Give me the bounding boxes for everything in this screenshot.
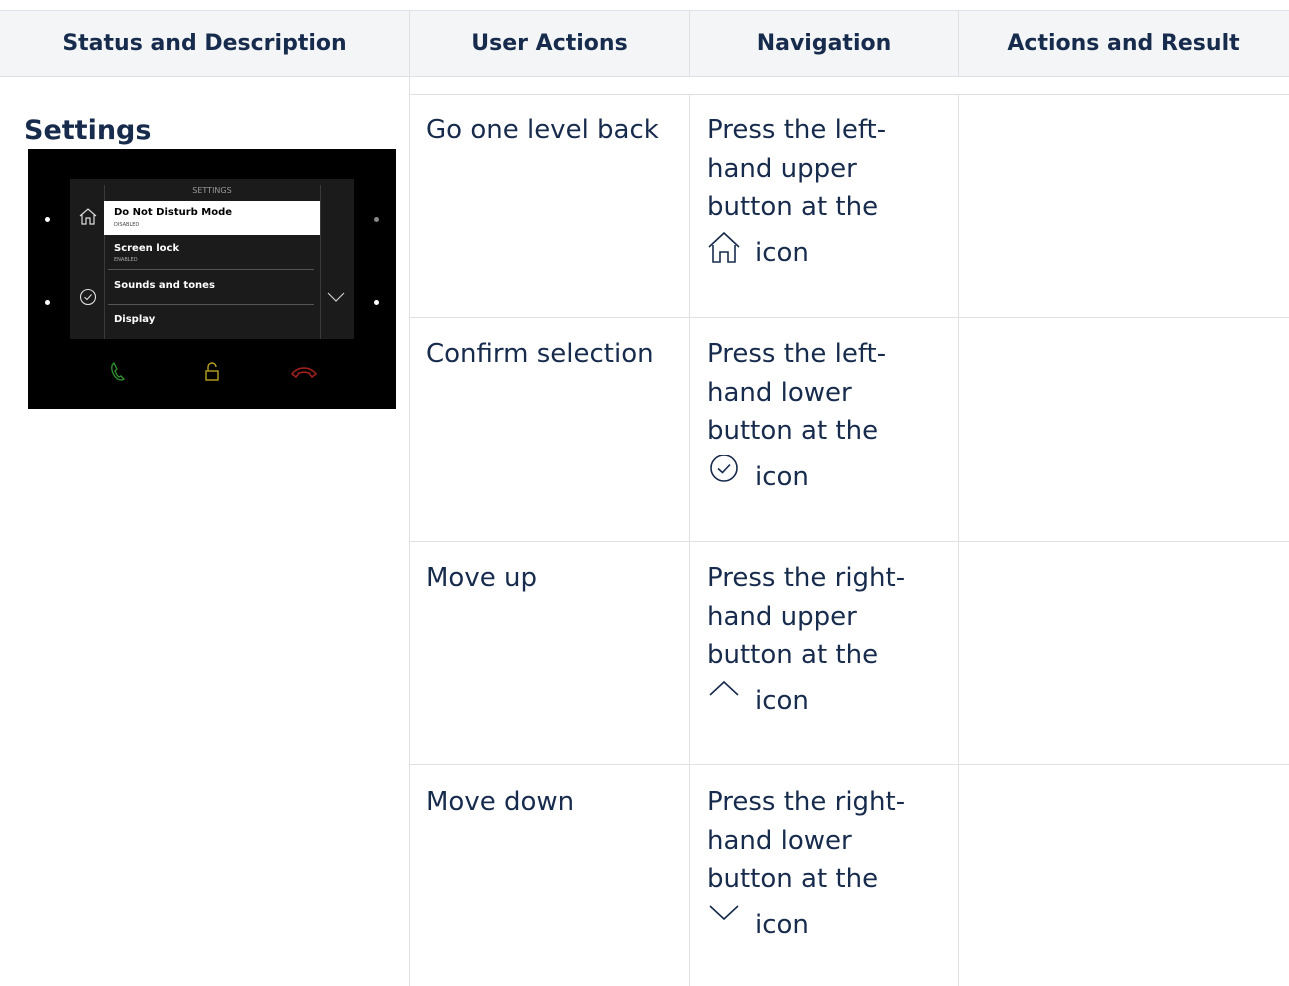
grid-line <box>958 10 959 76</box>
phone-reject-icon <box>290 367 318 379</box>
menu-item-status: ENABLED <box>114 257 138 263</box>
led-dot <box>374 300 379 305</box>
icon-suffix: icon <box>755 909 809 940</box>
menu-item-label: Sounds and tones <box>114 280 215 291</box>
menu-item-screen-lock[interactable]: Screen lock ENABLED <box>104 236 320 270</box>
user-action-move-up: Move up <box>426 563 537 593</box>
chevron-down-icon <box>327 292 345 302</box>
home-icon <box>79 208 97 225</box>
menu-item-status: DISABLED <box>114 222 140 228</box>
nav-cell-move-down: Press the right-hand lower button at the… <box>707 783 907 949</box>
user-action-move-down: Move down <box>426 787 575 817</box>
header-navigation: Navigation <box>756 30 892 56</box>
grid-line <box>409 10 410 986</box>
icon-suffix: icon <box>755 685 809 716</box>
icon-line: icon <box>707 903 907 949</box>
icon-suffix: icon <box>755 237 809 268</box>
menu-item-label: Display <box>114 314 156 325</box>
nav-cell-move-up: Press the right-hand upper button at the… <box>707 559 907 725</box>
grid-line <box>689 10 690 76</box>
menu-separator <box>108 269 314 270</box>
nav-cell-go-back: Press the left-hand upper button at the … <box>707 111 907 277</box>
grid-line <box>0 76 1289 77</box>
menu-item-label: Do Not Disturb Mode <box>114 207 233 218</box>
grid-line <box>409 317 1289 318</box>
lock-icon <box>205 362 219 381</box>
led-dot <box>45 300 50 305</box>
device-screen: SETTINGS Do Not Disturb Mode DISABLED Sc… <box>70 179 354 339</box>
led-dot <box>374 217 379 222</box>
menu-item-sounds[interactable]: Sounds and tones <box>104 271 320 305</box>
grid-line <box>0 10 1289 11</box>
menu-item-label: Screen lock <box>114 243 180 254</box>
header-user-actions: User Actions <box>471 30 628 56</box>
icon-line: icon <box>707 679 907 725</box>
grid-line <box>958 94 959 986</box>
chevron-up-icon <box>709 680 739 696</box>
navigation-text: Press the right-hand lower button at the <box>707 787 906 894</box>
chevron-down-icon <box>709 904 739 920</box>
menu-item-display[interactable]: Display <box>104 305 320 339</box>
table-spacer-row <box>0 76 1289 94</box>
check-circle-icon <box>79 288 97 306</box>
grid-line <box>409 541 1289 542</box>
screen-divider <box>320 185 321 339</box>
section-title: Settings <box>24 115 152 146</box>
navigation-text: Press the left-hand lower button at the <box>707 339 887 446</box>
phone-accept-icon <box>111 361 126 381</box>
icon-suffix: icon <box>755 461 809 492</box>
device-screenshot: SETTINGS Do Not Disturb Mode DISABLED Sc… <box>28 149 396 409</box>
check-circle-icon <box>710 454 738 482</box>
header-status-description: Status and Description <box>62 30 347 56</box>
grid-line <box>689 94 690 986</box>
grid-line <box>409 94 1289 95</box>
nav-cell-confirm: Press the left-hand lower button at the … <box>707 335 907 501</box>
navigation-text: Press the left-hand upper button at the <box>707 115 887 222</box>
navigation-text: Press the right-hand upper button at the <box>707 563 906 670</box>
icon-line: icon <box>707 454 907 501</box>
menu-item-do-not-disturb[interactable]: Do Not Disturb Mode DISABLED <box>104 201 320 235</box>
icon-line: icon <box>707 231 907 277</box>
user-action-go-back: Go one level back <box>426 115 659 145</box>
led-dot <box>45 217 50 222</box>
header-actions-result: Actions and Result <box>1007 30 1240 56</box>
user-action-confirm: Confirm selection <box>426 339 654 369</box>
screen-title: SETTINGS <box>192 186 232 195</box>
home-icon <box>708 231 740 263</box>
grid-line <box>409 764 1289 765</box>
